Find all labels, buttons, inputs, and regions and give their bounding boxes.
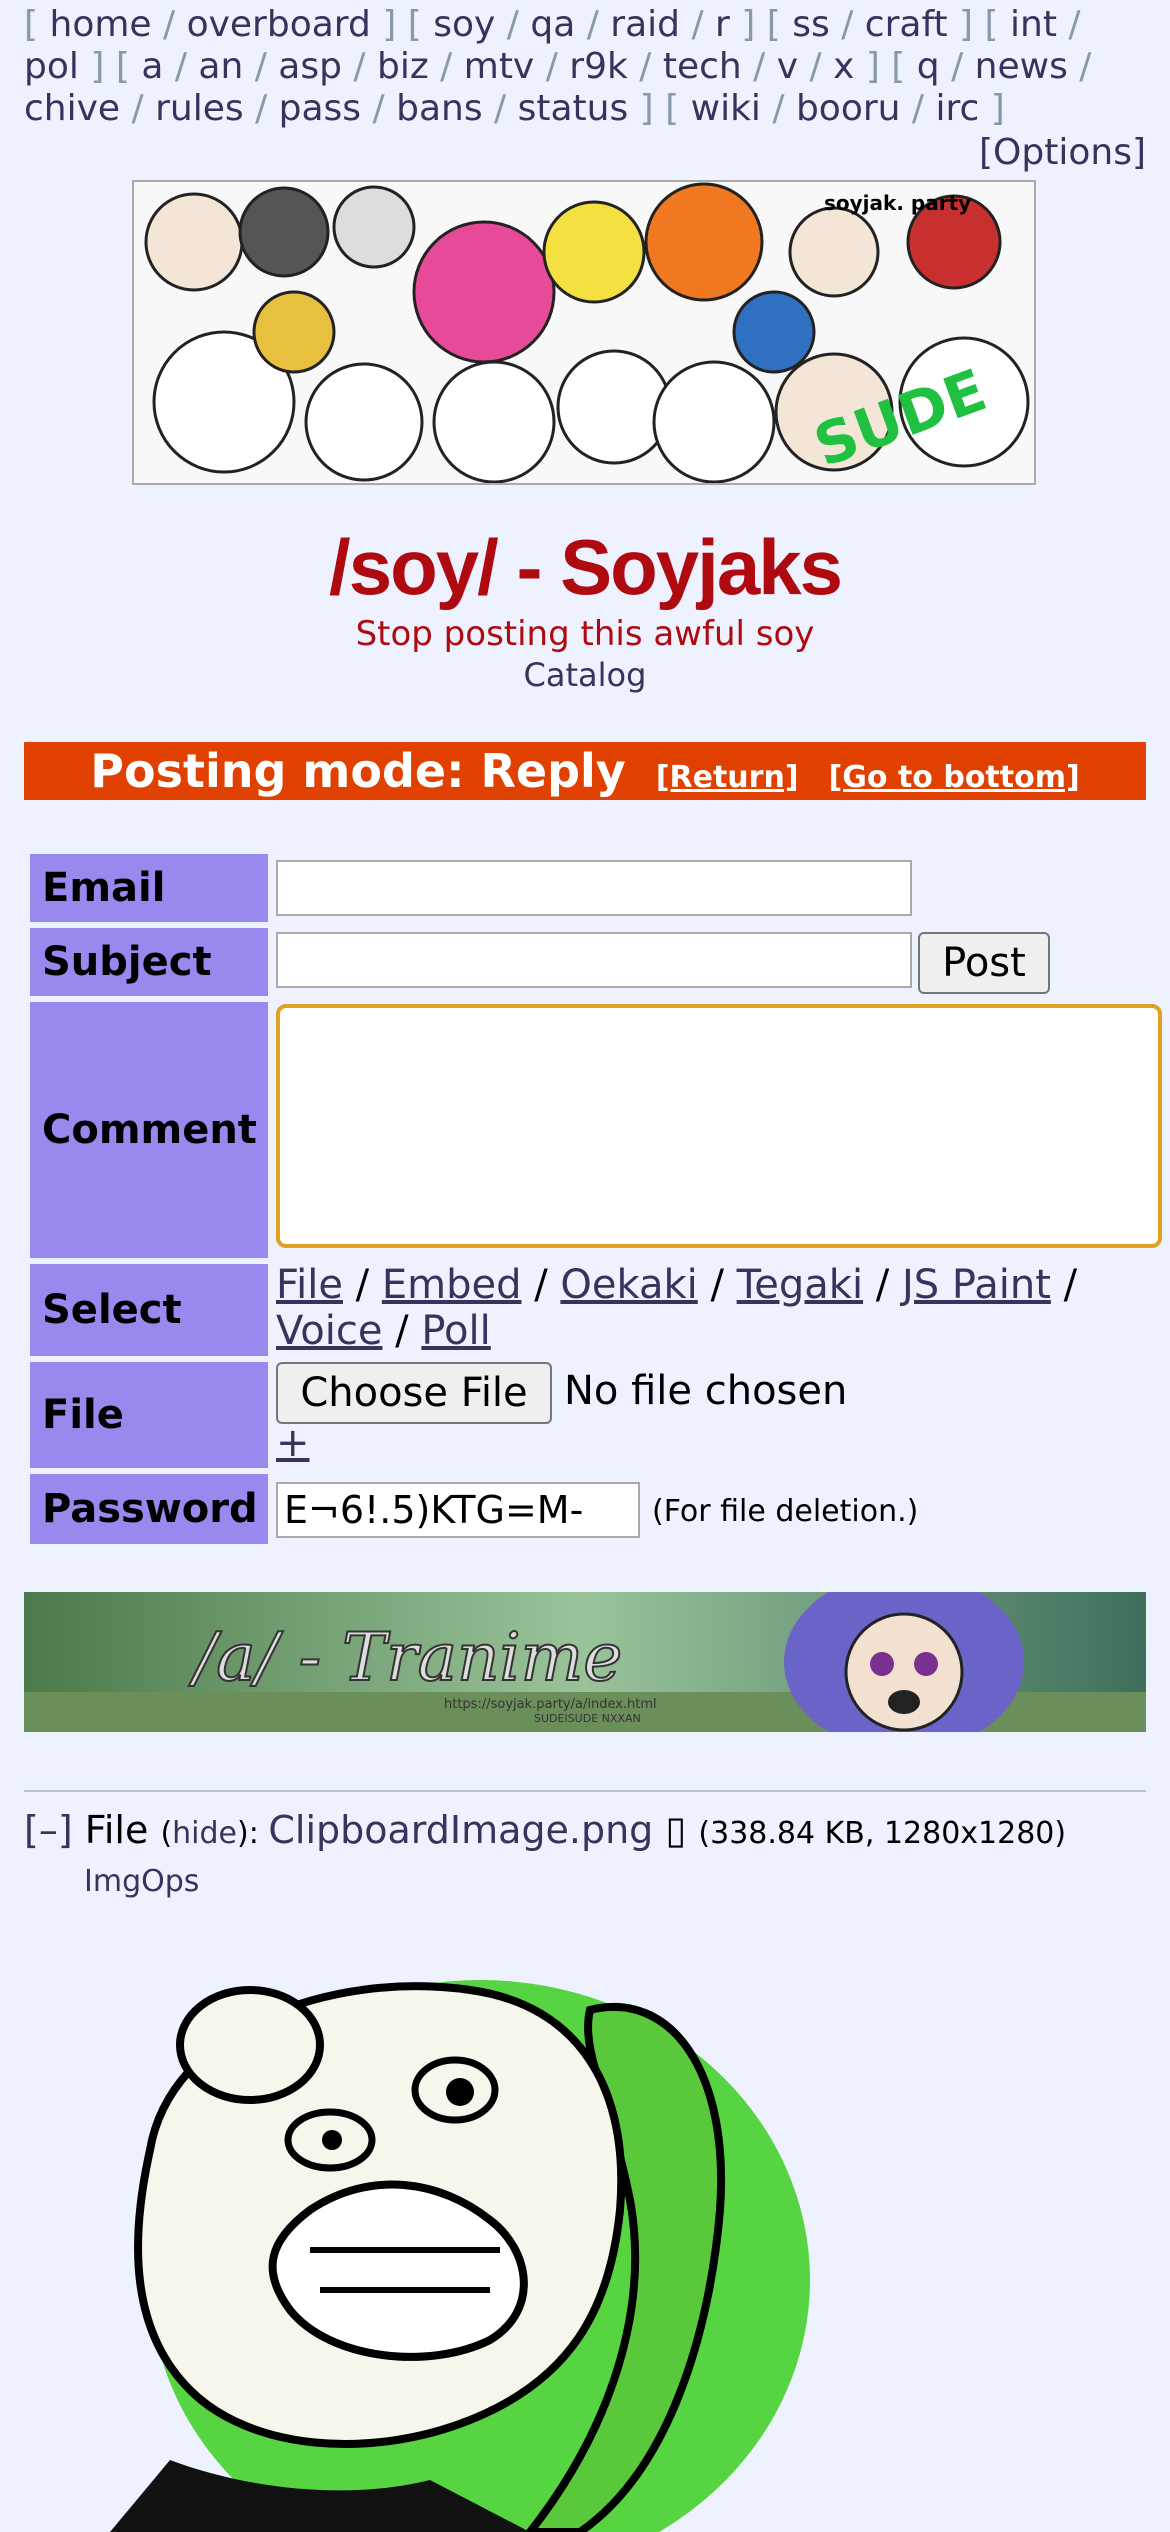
select-voice-link[interactable]: Voice [276, 1308, 382, 1354]
download-icon[interactable]: ▯ [665, 1808, 686, 1852]
board-banner[interactable]: SUDE soyjak. party [132, 180, 1036, 485]
password-label: Password [30, 1474, 268, 1544]
nav-tech[interactable]: tech [663, 46, 742, 87]
nav-r[interactable]: r [715, 4, 730, 45]
choose-file-button[interactable]: Choose File [276, 1362, 552, 1424]
select-poll-link[interactable]: Poll [421, 1308, 490, 1354]
banner-collage-image: SUDE soyjak. party [134, 182, 1034, 483]
nav-status[interactable]: status [518, 88, 629, 129]
collapse-post-link[interactable]: [–] [24, 1808, 73, 1852]
password-hint: (For file deletion.) [652, 1494, 919, 1529]
board-list: [ home / overboard ] [ soy / qa / raid /… [24, 4, 1092, 129]
hide-image-link[interactable]: hide [172, 1816, 237, 1851]
nav-overboard[interactable]: overboard [187, 4, 371, 45]
nav-irc[interactable]: irc [936, 88, 980, 129]
nav-mtv[interactable]: mtv [464, 46, 535, 87]
email-field[interactable] [276, 860, 912, 916]
nav-asp[interactable]: asp [278, 46, 342, 87]
nav-biz[interactable]: biz [377, 46, 429, 87]
select-tegaki-link[interactable]: Tegaki [737, 1262, 863, 1308]
comment-label: Comment [30, 1002, 268, 1258]
catalog-link[interactable]: Catalog [524, 656, 647, 694]
password-field[interactable]: E¬6!.5)KTG=M- [276, 1482, 640, 1538]
posting-mode-label: Posting mode: Reply [90, 744, 626, 798]
nav-craft[interactable]: craft [865, 4, 948, 45]
go-to-bottom-link[interactable]: [Go to bottom] [829, 760, 1080, 795]
subject-label: Subject [30, 928, 268, 996]
nav-bans[interactable]: bans [396, 88, 482, 129]
board-subtitle: Stop posting this awful soy [355, 614, 815, 654]
post-button[interactable]: Post [918, 932, 1050, 994]
soyjak-image [110, 1980, 810, 2532]
board-title: /soy/ - Soyjaks [329, 523, 843, 611]
post-image[interactable] [110, 1950, 870, 2532]
select-jspaint-link[interactable]: JS Paint [902, 1262, 1051, 1308]
attachment-type-links: File / Embed / Oekaki / Tegaki / JS Pain… [276, 1262, 1078, 1354]
banner-watermark: soyjak. party [824, 191, 971, 215]
nav-soy[interactable]: soy [433, 4, 495, 45]
file-label: File [30, 1362, 268, 1468]
select-label: Select [30, 1264, 268, 1356]
select-file-link[interactable]: File [276, 1262, 343, 1308]
return-link[interactable]: [Return] [656, 760, 799, 795]
nav-pol[interactable]: pol [24, 46, 79, 87]
nav-v[interactable]: v [777, 46, 798, 87]
nav-rules[interactable]: rules [155, 88, 244, 129]
email-label: Email [30, 854, 268, 922]
posting-mode-bar: Posting mode: Reply [Return] [Go to bott… [24, 742, 1146, 800]
nav-ss[interactable]: ss [792, 4, 830, 45]
nav-int[interactable]: int [1010, 4, 1057, 45]
nav-booru[interactable]: booru [796, 88, 901, 129]
file-prefix: File [84, 1808, 149, 1852]
imgops-link[interactable]: ImgOps [84, 1864, 199, 1899]
select-embed-link[interactable]: Embed [382, 1262, 522, 1308]
options-link[interactable]: [Options] [979, 132, 1146, 173]
nav-home[interactable]: home [50, 4, 152, 45]
board-ad-banner[interactable]: /a/ - Tranime https://soyjak.party/a/ind… [24, 1592, 1146, 1732]
comment-textarea[interactable] [276, 1004, 1162, 1248]
nav-r9k[interactable]: r9k [569, 46, 628, 87]
tranime-banner-url: https://soyjak.party/a/index.html [444, 1697, 657, 1712]
nav-chive[interactable]: chive [24, 88, 120, 129]
tranime-banner-image: /a/ - Tranime https://soyjak.party/a/ind… [24, 1592, 1146, 1732]
nav-raid[interactable]: raid [610, 4, 680, 45]
divider [24, 1790, 1146, 1792]
subject-field[interactable] [276, 932, 912, 988]
no-file-chosen-text: No file chosen [564, 1368, 848, 1414]
nav-an[interactable]: an [198, 46, 243, 87]
nav-wiki[interactable]: wiki [691, 88, 761, 129]
nav-news[interactable]: news [975, 46, 1068, 87]
nav-x[interactable]: x [833, 46, 854, 87]
file-name-link[interactable]: ClipboardImage.png [268, 1808, 653, 1852]
nav-a[interactable]: a [141, 46, 163, 87]
tranime-banner-title: /a/ - Tranime [188, 1619, 622, 1696]
nav-qa[interactable]: qa [530, 4, 575, 45]
tranime-banner-tag: SUDEISUDE NXXAN [534, 1712, 641, 1725]
nav-q[interactable]: q [917, 46, 940, 87]
select-oekaki-link[interactable]: Oekaki [560, 1262, 697, 1308]
nav-pass[interactable]: pass [279, 88, 361, 129]
file-meta: (338.84 KB, 1280x1280) [698, 1816, 1067, 1851]
add-file-link[interactable]: + [276, 1420, 310, 1466]
post-file-info: [–] File (hide): ClipboardImage.png ▯ (3… [24, 1808, 1067, 1852]
